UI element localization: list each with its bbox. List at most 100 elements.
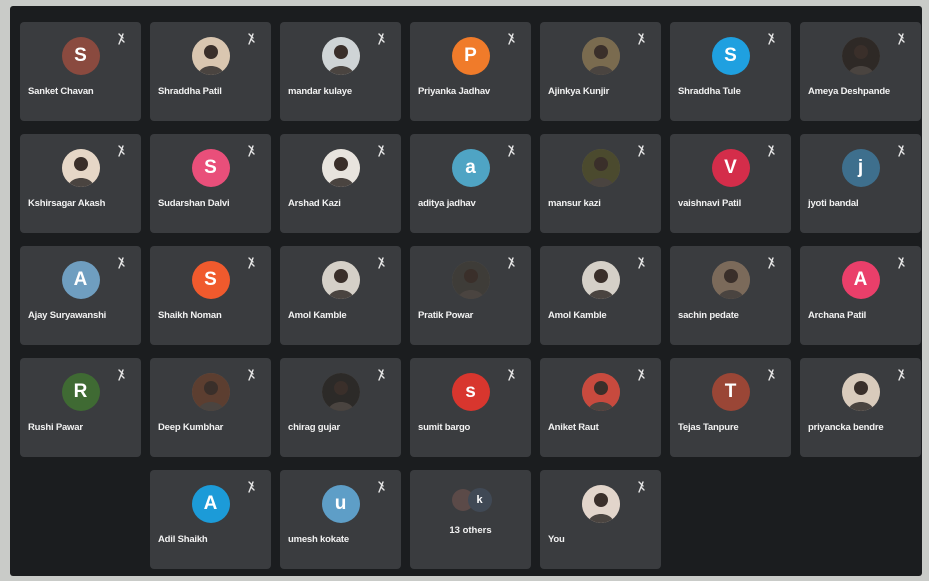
participant-name: Tejas Tanpure	[678, 422, 739, 433]
avatar-initial: S	[711, 36, 750, 75]
mic-muted-icon	[375, 480, 387, 493]
participant-name: Deep Kumbhar	[158, 422, 224, 433]
avatar-photo	[61, 148, 100, 187]
avatar-photo	[711, 260, 750, 299]
participant-tile[interactable]: S Sanket Chavan	[20, 22, 141, 121]
participant-tile[interactable]: Arshad Kazi	[280, 134, 401, 233]
participant-tile[interactable]: mansur kazi	[540, 134, 661, 233]
meeting-screen: S Sanket Chavan Shraddha Patil mandar kulay…	[10, 6, 922, 576]
avatar-initial: S	[191, 260, 230, 299]
participant-name: Ajinkya Kunjir	[548, 86, 610, 97]
mic-muted-icon	[115, 144, 127, 157]
participant-name: Adil Shaikh	[158, 534, 208, 545]
participant-tile[interactable]: Ajinkya Kunjir	[540, 22, 661, 121]
participant-tile[interactable]: sachin pedate	[670, 246, 791, 345]
participant-tile[interactable]: a aditya jadhav	[410, 134, 531, 233]
avatar-photo	[581, 372, 620, 411]
participant-name: priyancka bendre	[808, 422, 884, 433]
participant-name: Aniket Raut	[548, 422, 599, 433]
mic-muted-icon	[245, 368, 257, 381]
participant-tile[interactable]: Kshirsagar Akash	[20, 134, 141, 233]
participant-name: Pratik Powar	[418, 310, 474, 321]
mic-muted-icon	[765, 32, 777, 45]
participant-name: Arshad Kazi	[288, 198, 341, 209]
avatar-photo	[191, 36, 230, 75]
avatar-photo	[321, 260, 360, 299]
avatar-photo	[321, 36, 360, 75]
mic-muted-icon	[375, 256, 387, 269]
empty-slot	[20, 470, 141, 569]
participant-tile[interactable]: j jyoti bandal	[800, 134, 921, 233]
participant-tile[interactable]: Vvaishnavi Patil	[670, 134, 791, 233]
avatar-initial: S	[191, 148, 230, 187]
participant-name: mandar kulaye	[288, 86, 352, 97]
mic-muted-icon	[115, 32, 127, 45]
avatar-photo	[841, 372, 880, 411]
mic-muted-icon	[505, 256, 517, 269]
participant-name: umesh kokate	[288, 534, 349, 545]
participant-tile[interactable]: T Tejas Tanpure	[670, 358, 791, 457]
participant-tile[interactable]: S Sudarshan Dalvi	[150, 134, 271, 233]
avatar-photo	[581, 36, 620, 75]
avatar-photo	[191, 372, 230, 411]
participant-name: Shaikh Noman	[158, 310, 222, 321]
participant-name: Ajay Suryawanshi	[28, 310, 107, 321]
mic-muted-icon	[635, 368, 647, 381]
participant-tile[interactable]: You	[540, 470, 661, 569]
participant-tile[interactable]: s sumit bargo	[410, 358, 531, 457]
mic-muted-icon	[115, 368, 127, 381]
participant-name: Amol Kamble	[548, 310, 607, 321]
others-tile[interactable]: k 13 others	[410, 470, 531, 569]
participant-name: Rushi Pawar	[28, 422, 83, 433]
participant-name: sachin pedate	[678, 310, 739, 321]
mic-muted-icon	[765, 256, 777, 269]
participant-name: chirag gujar	[288, 422, 340, 433]
avatar-initial: A	[61, 260, 100, 299]
others-avatars: k	[446, 485, 496, 515]
avatar-initial: A	[191, 484, 230, 523]
participant-tile[interactable]: R Rushi Pawar	[20, 358, 141, 457]
avatar-initial: s	[451, 372, 490, 411]
participant-name: Shraddha Patil	[158, 86, 222, 97]
mic-muted-icon	[375, 32, 387, 45]
participant-tile[interactable]: Amol Kamble	[280, 246, 401, 345]
participant-tile[interactable]: P Priyanka Jadhav	[410, 22, 531, 121]
mic-muted-icon	[505, 368, 517, 381]
participant-tile[interactable]: Pratik Powar	[410, 246, 531, 345]
participant-tile[interactable]: chirag gujar	[280, 358, 401, 457]
participant-name: Shraddha Tule	[678, 86, 741, 97]
participant-tile[interactable]: A Archana Patil	[800, 246, 921, 345]
participant-tile[interactable]: S Shraddha Tule	[670, 22, 791, 121]
participant-tile[interactable]: Amol Kamble	[540, 246, 661, 345]
others-count-label: 13 others	[449, 525, 492, 536]
others-avatar-letter: k	[467, 487, 492, 512]
participant-name: Ameya Deshpande	[808, 86, 891, 97]
participant-tile[interactable]: Deep Kumbhar	[150, 358, 271, 457]
participant-tile[interactable]: Shraddha Patil	[150, 22, 271, 121]
mic-muted-icon	[115, 256, 127, 269]
mic-muted-icon	[505, 32, 517, 45]
participant-tile[interactable]: Ameya Deshpande	[800, 22, 921, 121]
mic-muted-icon	[245, 144, 257, 157]
avatar-initial: u	[321, 484, 360, 523]
participant-tile[interactable]: A Adil Shaikh	[150, 470, 271, 569]
mic-muted-icon	[245, 256, 257, 269]
mic-muted-icon	[895, 144, 907, 157]
participant-tile[interactable]: S Shaikh Noman	[150, 246, 271, 345]
mic-muted-icon	[635, 32, 647, 45]
mic-muted-icon	[375, 144, 387, 157]
participant-tile[interactable]: u umesh kokate	[280, 470, 401, 569]
participant-tile[interactable]: Aniket Raut	[540, 358, 661, 457]
participant-name: Amol Kamble	[288, 310, 347, 321]
avatar-photo	[321, 148, 360, 187]
participant-tile[interactable]: priyancka bendre	[800, 358, 921, 457]
participant-tile[interactable]: A Ajay Suryawanshi	[20, 246, 141, 345]
avatar-photo	[581, 148, 620, 187]
mic-muted-icon	[765, 144, 777, 157]
mic-muted-icon	[245, 480, 257, 493]
participant-tile[interactable]: mandar kulaye	[280, 22, 401, 121]
participant-name: aditya jadhav	[418, 198, 476, 209]
avatar-initial: P	[451, 36, 490, 75]
avatar-photo	[841, 36, 880, 75]
avatar-initial: S	[61, 36, 100, 75]
